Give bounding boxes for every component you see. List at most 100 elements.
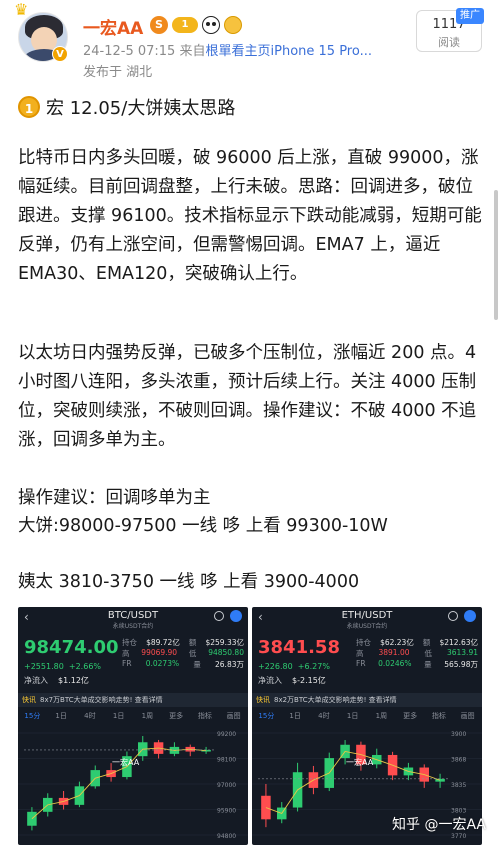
tab-timeframe[interactable]: 1周 [133,709,162,723]
candlestick-plot-btc[interactable]: 一宏AA 99200 98100 97000 95900 94800 [18,725,248,845]
tab-timeframe[interactable]: 15分 [18,709,47,723]
source-prefix: 来自 [179,44,206,59]
chart-watermark: 一宏AA [346,757,374,767]
stat-value: 99069.90 [141,648,178,657]
level-s-icon: S [150,16,168,34]
tab-timeframe[interactable]: 1日 [47,709,76,723]
stat-key: 低 [188,649,197,658]
stat-key: 高 [356,649,364,658]
news-tag: 快讯 [22,696,36,704]
read-count-label: 阅读 [438,36,460,49]
news-text: 8x2万BTC大单成交影响走势! 查看详情 [274,696,397,704]
author-name[interactable]: 一宏AA [83,14,143,39]
stat-row: 高 3891.00 低 3613.91 [356,648,478,659]
stat-value: 26.83万 [215,660,244,669]
source-link[interactable]: 根單看主页iPhone 15 Pro... [206,44,372,59]
chart-change: +226.80 +6.27% [258,662,330,671]
chart-topbar: ‹ ETH/USDT 永续USDT合约 [252,607,482,630]
stat-key: 持仓 [122,638,137,647]
panda-icon [202,16,220,34]
tab-timeframe[interactable]: 1日 [281,709,310,723]
search-icon [448,611,458,621]
stat-value: 565.98万 [444,660,478,669]
stat-key: 量 [424,660,432,669]
tab-timeframe[interactable]: 1周 [367,709,396,723]
paragraph-btc: 比特币日内多头回暖，破 96000 后上涨，直破 99000，涨幅延续。目前回调… [18,148,482,284]
stat-key: FR [122,659,132,668]
stat-value: 0.0273% [145,659,180,668]
y-tick-label: 99200 [217,731,236,738]
net-label: 净流入 [24,676,48,685]
stat-value: 0.0246% [378,659,412,668]
chart-net-flow: 净流入 $1.12亿 [24,675,89,686]
news-text: 8x7万BTC大单成交影响走势! 查看详情 [40,696,163,704]
change-abs: +226.80 [258,662,293,671]
chart-sub: 永续USDT合约 [346,623,388,630]
tab-timeframe[interactable]: 画图 [219,709,248,723]
stat-value: 3613.91 [446,648,478,657]
chart-topbar: ‹ BTC/USDT 永续USDT合约 [18,607,248,630]
post-header: ♛ V 一宏AA S 1 24-12-5 07:15 来自根單看主页iPhone… [0,0,500,86]
tab-timeframe[interactable]: 画图 [453,709,482,723]
y-tick-label: 3835 [451,782,466,789]
chart-sub: 永续USDT合约 [112,623,154,630]
net-value: $-2.15亿 [292,676,326,685]
tab-timeframe[interactable]: 更多 [396,709,425,723]
chart-timeframe-tabs: 15分 1日 4时 1日 1周 更多 指标 画图 [18,709,248,723]
post-time-source: 24-12-5 07:15 来自根單看主页iPhone 15 Pro... [83,40,372,59]
post-location: 发布于 湖北 [83,65,153,80]
news-banner[interactable]: 快讯 8x7万BTC大单成交影响走势! 查看详情 [18,693,248,707]
y-tick-label: 3900 [451,731,466,738]
y-tick-label: 94800 [217,833,236,840]
y-tick-label: 98100 [217,757,236,764]
btc-strategy-line: 大饼:98000-97500 一线 哆 上看 99300-10W [18,516,388,536]
search-icon [214,611,224,621]
level-number-icon: 1 [172,17,198,33]
tab-timeframe[interactable]: 4时 [76,709,105,723]
y-tick-label: 3868 [451,757,466,764]
scrollbar[interactable] [494,190,498,320]
stat-key: 高 [122,649,130,658]
stat-key: 低 [424,649,432,658]
chart-price: 3841.58 [258,637,340,658]
stat-key: 额 [422,638,431,647]
chart-screenshot-eth[interactable]: ‹ ETH/USDT 永续USDT合约 3841.58 +226.80 +6.2… [252,607,482,845]
chart-stats: 持仓 $89.72亿额 $259.33亿 高 99069.90 低 94850.80 FR… [122,637,244,670]
chart-timeframe-tabs: 15分 1日 4时 1日 1周 更多 指标 画图 [252,709,482,723]
promo-tag[interactable]: 推广 [456,8,484,24]
stat-row: 持仓 $62.23亿额 $212.63亿 [356,637,478,648]
tab-timeframe[interactable]: 15分 [252,709,281,723]
tab-timeframe[interactable]: 指标 [425,709,454,723]
site-watermark: 知乎 @一宏AA [392,817,486,833]
tab-timeframe[interactable]: 指标 [191,709,220,723]
news-tag: 快讯 [256,696,270,704]
change-abs: +2551.80 [24,662,64,671]
chart-screenshot-btc[interactable]: ‹ BTC/USDT 永续USDT合约 98474.00 +2551.80 +2… [18,607,248,845]
article-title: 1 宏 12.05/大饼姨太思路 [18,94,235,120]
chart-watermark: 一宏AA [112,757,140,767]
stat-value: $259.33亿 [205,638,244,647]
stat-row: FR 0.0273% 量 26.83万 [122,659,244,670]
candle-body [261,795,271,820]
tab-timeframe[interactable]: 1日 [338,709,367,723]
post-datetime: 24-12-5 07:15 [83,44,176,59]
gold-medal-icon [224,16,242,34]
menu-icon [230,610,242,622]
stat-row: 高 99069.90 低 94850.80 [122,648,244,659]
stat-value: 3891.00 [378,648,410,657]
chart-price: 98474.00 [24,637,119,658]
eth-strategy-line: 姨太 3810-3750 一线 哆 上看 3900-4000 [18,572,360,592]
tab-timeframe[interactable]: 1日 [104,709,133,723]
stat-value: $212.63亿 [439,638,478,647]
y-tick-label: 95900 [217,808,236,815]
chart-stats: 持仓 $62.23亿额 $212.63亿 高 3891.00 低 3613.91 FR 0.… [356,637,478,670]
stat-key: 额 [188,638,197,647]
change-pct: +6.27% [297,662,330,671]
stat-row: 持仓 $89.72亿额 $259.33亿 [122,637,244,648]
net-value: $1.12亿 [58,676,89,685]
news-banner[interactable]: 快讯 8x2万BTC大单成交影响走势! 查看详情 [252,693,482,707]
tab-timeframe[interactable]: 4时 [310,709,339,723]
chart-change: +2551.80 +2.66% [24,662,101,671]
stat-key: FR [356,659,366,668]
tab-timeframe[interactable]: 更多 [162,709,191,723]
